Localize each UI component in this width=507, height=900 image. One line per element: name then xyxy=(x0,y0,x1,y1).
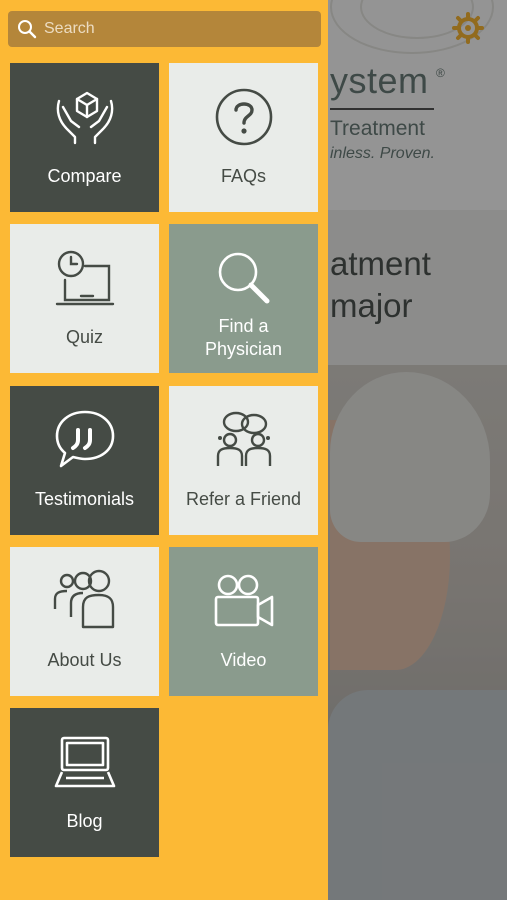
friends-talking-icon xyxy=(216,411,271,466)
tile-faqs-label: FAQs xyxy=(220,166,266,186)
tile-find-physician-label: Find a Physician xyxy=(169,315,318,361)
tile-testimonials[interactable]: Testimonials xyxy=(10,386,159,535)
tile-refer-friend[interactable]: Refer a Friend xyxy=(169,386,318,535)
tile-find-physician[interactable]: Find a Physician xyxy=(169,224,318,373)
tile-refer-friend-label: Refer a Friend xyxy=(185,489,302,509)
tile-video[interactable]: Video xyxy=(169,547,318,696)
search-icon xyxy=(18,20,37,39)
search-bar[interactable] xyxy=(8,11,321,47)
clock-desk-icon xyxy=(55,250,114,306)
navigation-drawer: Compare FAQs Quiz Find a xyxy=(0,0,328,900)
tile-compare[interactable]: Compare xyxy=(10,63,159,212)
video-camera-icon xyxy=(214,574,273,627)
tile-blog[interactable]: Blog xyxy=(10,708,159,857)
tile-quiz-label: Quiz xyxy=(65,327,103,347)
tile-quiz[interactable]: Quiz xyxy=(10,224,159,373)
tile-about-us[interactable]: About Us xyxy=(10,547,159,696)
tile-compare-label: Compare xyxy=(47,166,122,186)
hands-box-icon xyxy=(56,91,113,145)
search-input[interactable] xyxy=(42,19,306,39)
laptop-icon xyxy=(54,736,115,788)
question-icon xyxy=(215,88,272,146)
tile-find-physician-label-line1: Find a xyxy=(218,316,269,336)
magnifier-icon xyxy=(218,252,269,304)
tile-faqs[interactable]: FAQs xyxy=(169,63,318,212)
tile-find-physician-label-line2: Physician xyxy=(204,339,283,359)
tile-blog-label: Blog xyxy=(66,811,103,831)
tile-video-label: Video xyxy=(220,650,267,670)
tile-testimonials-label: Testimonials xyxy=(34,489,135,509)
group-icon xyxy=(53,569,114,629)
speech-bubble-icon xyxy=(55,410,114,468)
tile-about-us-label: About Us xyxy=(47,650,122,670)
